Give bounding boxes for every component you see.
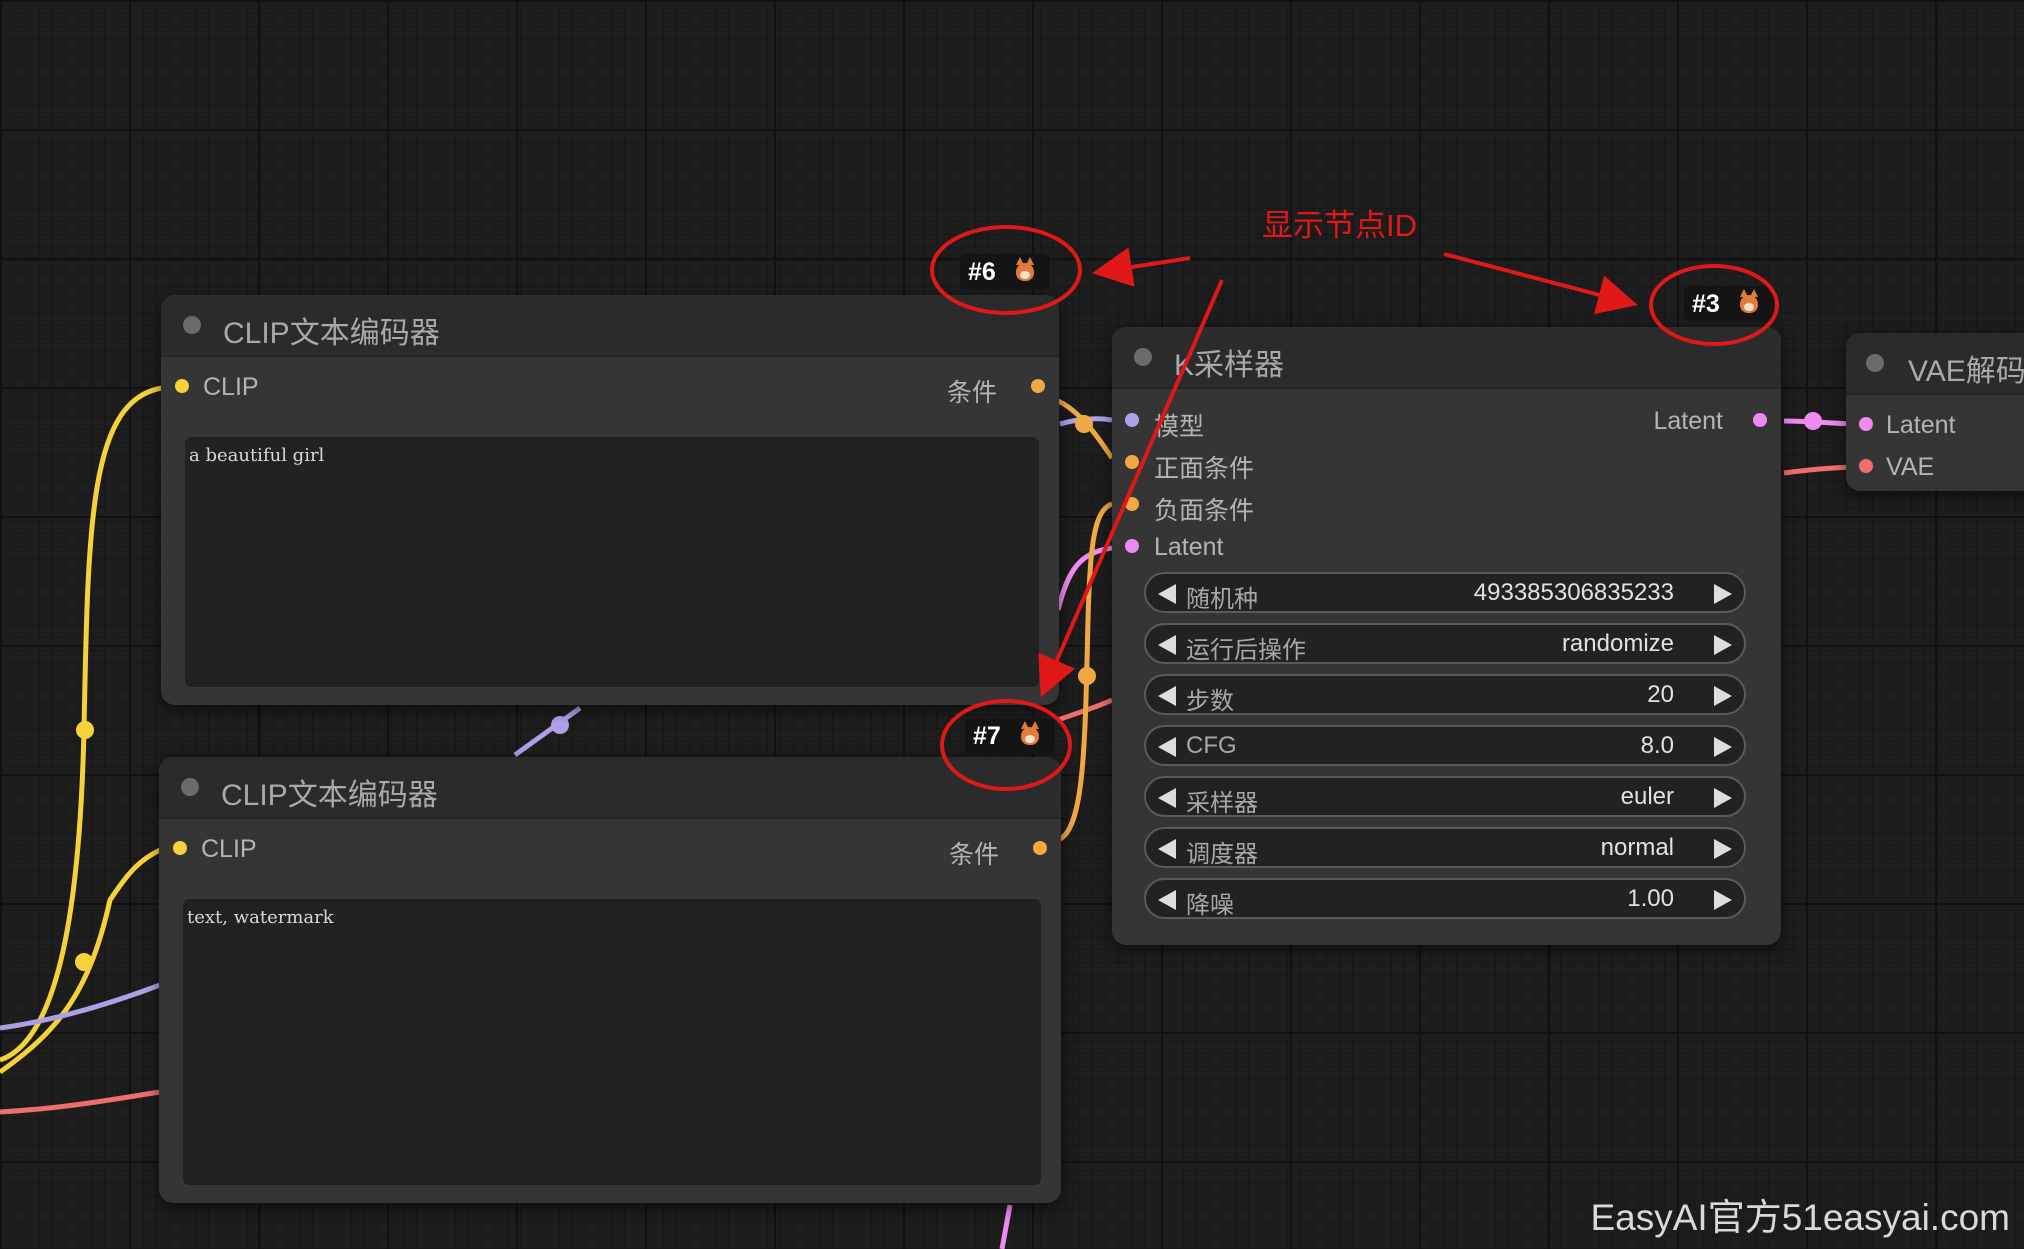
conditioning-output-slot[interactable] bbox=[1033, 841, 1047, 855]
annotation-label: 显示节点ID bbox=[1262, 208, 1417, 243]
widget-value: 493385306835233 bbox=[1473, 579, 1674, 606]
widget-label: 运行后操作 bbox=[1186, 637, 1306, 664]
latent-link-bottom bbox=[999, 1204, 1013, 1249]
collapse-dot-icon[interactable] bbox=[183, 316, 201, 334]
conditioning-output-slot[interactable] bbox=[1031, 379, 1045, 393]
watermark: EasyAI官方51easyai.com bbox=[1590, 1197, 2010, 1238]
latent-input-label: Latent bbox=[1154, 533, 1224, 561]
decrement-arrow-icon[interactable] bbox=[1158, 788, 1176, 808]
node-title-bar[interactable]: CLIP文本编码器 bbox=[161, 295, 1059, 357]
widget-value: 20 bbox=[1647, 681, 1674, 708]
control-after-generate-widget[interactable]: 运行后操作 randomize bbox=[1144, 623, 1746, 664]
denoise-widget[interactable]: 降噪 1.00 bbox=[1144, 878, 1746, 919]
clip-input-slot[interactable] bbox=[173, 841, 187, 855]
latent-output-label: Latent bbox=[1653, 407, 1723, 435]
fox-icon bbox=[1021, 721, 1039, 745]
decrement-arrow-icon[interactable] bbox=[1158, 635, 1176, 655]
link-midpoint bbox=[1078, 667, 1096, 685]
increment-arrow-icon[interactable] bbox=[1714, 635, 1732, 655]
widget-label: 降噪 bbox=[1186, 892, 1234, 919]
latent-output-slot[interactable] bbox=[1753, 413, 1767, 427]
node-title: K采样器 bbox=[1174, 349, 1285, 382]
model-input-slot[interactable] bbox=[1125, 413, 1139, 427]
widget-label: 步数 bbox=[1186, 688, 1234, 715]
conditioning-output-label: 条件 bbox=[946, 379, 997, 407]
node-title-bar[interactable]: K采样器 bbox=[1112, 327, 1781, 389]
fox-icon bbox=[1740, 289, 1758, 313]
sampler-widget[interactable]: 采样器 euler bbox=[1144, 776, 1746, 817]
widget-label: 采样器 bbox=[1186, 790, 1258, 817]
clip-input-slot[interactable] bbox=[175, 379, 189, 393]
link-midpoint bbox=[76, 721, 94, 739]
positive-input-slot[interactable] bbox=[1125, 455, 1139, 469]
scheduler-widget[interactable]: 调度器 normal bbox=[1144, 827, 1746, 868]
widget-value: 1.00 bbox=[1627, 885, 1674, 912]
increment-arrow-icon[interactable] bbox=[1714, 839, 1732, 859]
increment-arrow-icon[interactable] bbox=[1714, 737, 1732, 757]
vae-decode-node[interactable]: VAE解码 Latent VAE bbox=[1846, 333, 2024, 491]
decrement-arrow-icon[interactable] bbox=[1158, 686, 1176, 706]
conditioning-output-label: 条件 bbox=[948, 841, 999, 869]
node-title: VAE解码 bbox=[1908, 355, 2024, 388]
node-id-text: #6 bbox=[968, 258, 996, 286]
link-midpoint bbox=[75, 953, 93, 971]
model-input-label: 模型 bbox=[1154, 413, 1205, 441]
clip-input-label: CLIP bbox=[203, 373, 259, 401]
node-title: CLIP文本编码器 bbox=[221, 779, 438, 812]
node-id-badge-6: #6 bbox=[960, 254, 1050, 290]
widget-label: 随机种 bbox=[1186, 586, 1258, 613]
prompt-textarea[interactable]: text, watermark bbox=[183, 899, 1041, 1185]
node-title: CLIP文本编码器 bbox=[223, 317, 440, 350]
node-id-text: #7 bbox=[973, 722, 1001, 750]
collapse-dot-icon[interactable] bbox=[181, 778, 199, 796]
decrement-arrow-icon[interactable] bbox=[1158, 737, 1176, 757]
widget-value: 8.0 bbox=[1640, 732, 1674, 759]
latent-input-label: Latent bbox=[1886, 411, 1956, 439]
fox-icon bbox=[1016, 257, 1034, 281]
widget-label: 调度器 bbox=[1186, 841, 1258, 868]
increment-arrow-icon[interactable] bbox=[1714, 890, 1732, 910]
vae-input-slot[interactable] bbox=[1859, 459, 1873, 473]
node-title-bar[interactable]: VAE解码 bbox=[1846, 333, 2024, 395]
widget-value: randomize bbox=[1561, 630, 1674, 657]
widget-value: normal bbox=[1600, 834, 1674, 861]
node-id-text: #3 bbox=[1692, 290, 1720, 318]
widget-value: euler bbox=[1620, 783, 1674, 810]
latent-input-slot[interactable] bbox=[1859, 417, 1873, 431]
prompt-textarea[interactable]: a beautiful girl bbox=[185, 437, 1039, 687]
decrement-arrow-icon[interactable] bbox=[1158, 584, 1176, 604]
clip-text-encoder-node-7[interactable]: CLIP文本编码器 CLIP 条件 text, watermark bbox=[159, 757, 1061, 1203]
increment-arrow-icon[interactable] bbox=[1714, 686, 1732, 706]
cfg-widget[interactable]: CFG 8.0 bbox=[1144, 725, 1746, 766]
positive-input-label: 正面条件 bbox=[1154, 455, 1255, 483]
latent-input-slot[interactable] bbox=[1125, 539, 1139, 553]
steps-widget[interactable]: 步数 20 bbox=[1144, 674, 1746, 715]
link-midpoint bbox=[551, 716, 569, 734]
clip-text-encoder-node-6[interactable]: CLIP文本编码器 CLIP 条件 a beautiful girl bbox=[161, 295, 1059, 705]
decrement-arrow-icon[interactable] bbox=[1158, 890, 1176, 910]
collapse-dot-icon[interactable] bbox=[1134, 348, 1152, 366]
node-id-badge-7: #7 bbox=[965, 718, 1055, 754]
increment-arrow-icon[interactable] bbox=[1714, 788, 1732, 808]
widget-label: CFG bbox=[1186, 732, 1237, 759]
seed-widget[interactable]: 随机种 493385306835233 bbox=[1144, 572, 1746, 613]
decrement-arrow-icon[interactable] bbox=[1158, 839, 1176, 859]
node-title-bar[interactable]: CLIP文本编码器 bbox=[159, 757, 1061, 819]
link-midpoint bbox=[1804, 412, 1822, 430]
model-link-upper bbox=[513, 705, 582, 758]
node-id-badge-3: #3 bbox=[1684, 286, 1774, 322]
vae-link bbox=[0, 1089, 161, 1115]
increment-arrow-icon[interactable] bbox=[1714, 584, 1732, 604]
latent-link-to-ksampler bbox=[1055, 545, 1113, 611]
negative-input-slot[interactable] bbox=[1125, 497, 1139, 511]
vae-input-label: VAE bbox=[1886, 453, 1935, 481]
negative-input-label: 负面条件 bbox=[1154, 497, 1255, 525]
clip-input-label: CLIP bbox=[201, 835, 257, 863]
link-midpoint bbox=[1075, 415, 1093, 433]
collapse-dot-icon[interactable] bbox=[1866, 354, 1884, 372]
